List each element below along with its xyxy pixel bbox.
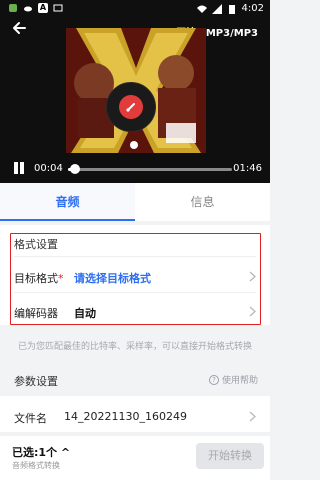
status-icons-right: 4:02 xyxy=(196,3,264,14)
duration: 01:46 xyxy=(233,163,262,174)
tab-audio[interactable]: 音频 xyxy=(0,183,135,221)
format-settings-title: 格式设置 xyxy=(14,238,58,251)
codec-label: 编解码器 xyxy=(14,307,58,320)
seek-bar[interactable] xyxy=(68,164,232,174)
bitrate-note: 已为您匹配最佳的比特率、采样率，可以直接开始格式转换 xyxy=(17,342,252,352)
back-arrow-icon[interactable] xyxy=(10,18,30,38)
player-indicator-dot xyxy=(130,141,138,149)
cloud-icon xyxy=(24,6,32,12)
file-name-label: 文件名 xyxy=(14,412,47,425)
target-format-value[interactable]: 请选择目标格式 xyxy=(74,270,151,286)
target-format-label-text: 目标格式 xyxy=(14,272,58,285)
signal-icon xyxy=(211,3,222,14)
status-bar: A 4:02 xyxy=(0,0,270,18)
codec-value[interactable]: 自动 xyxy=(74,305,96,321)
app-icon xyxy=(9,4,17,12)
chevron-right-icon xyxy=(249,411,256,422)
current-time: 00:04 xyxy=(34,163,63,174)
tab-bar: 音频 信息 xyxy=(0,183,270,221)
music-note-icon xyxy=(119,95,143,119)
selected-subtitle: 音频格式转换 xyxy=(12,461,60,470)
tab-info[interactable]: 信息 xyxy=(135,183,270,221)
help-icon: ? xyxy=(208,374,219,385)
required-mark: * xyxy=(58,272,64,285)
chevron-right-icon xyxy=(249,271,256,282)
target-format-label: 目标格式* xyxy=(14,270,64,286)
divider xyxy=(14,256,256,257)
file-name-value[interactable]: 14_20221130_160249 xyxy=(64,410,187,423)
chevron-right-icon xyxy=(249,306,256,317)
wifi-icon xyxy=(196,5,207,13)
seek-thumb[interactable] xyxy=(69,164,80,174)
battery-icon xyxy=(228,4,235,14)
image-icon xyxy=(53,4,63,12)
status-icons-left: A xyxy=(8,3,63,13)
pause-icon[interactable] xyxy=(12,160,26,176)
selected-count[interactable]: 已选:1个 ^ xyxy=(12,444,70,460)
media-player: A 4:02 原始：MP3/MP3 00:04 01:46 xyxy=(0,0,270,183)
status-time: 4:02 xyxy=(241,3,264,14)
start-convert-button[interactable]: 开始转换 xyxy=(196,443,264,469)
param-settings-title: 参数设置 xyxy=(14,375,58,388)
status-a-icon: A xyxy=(38,3,48,13)
divider xyxy=(14,292,256,293)
help-label: 使用帮助 xyxy=(221,376,258,386)
help-link[interactable]: ? 使用帮助 xyxy=(208,373,258,386)
